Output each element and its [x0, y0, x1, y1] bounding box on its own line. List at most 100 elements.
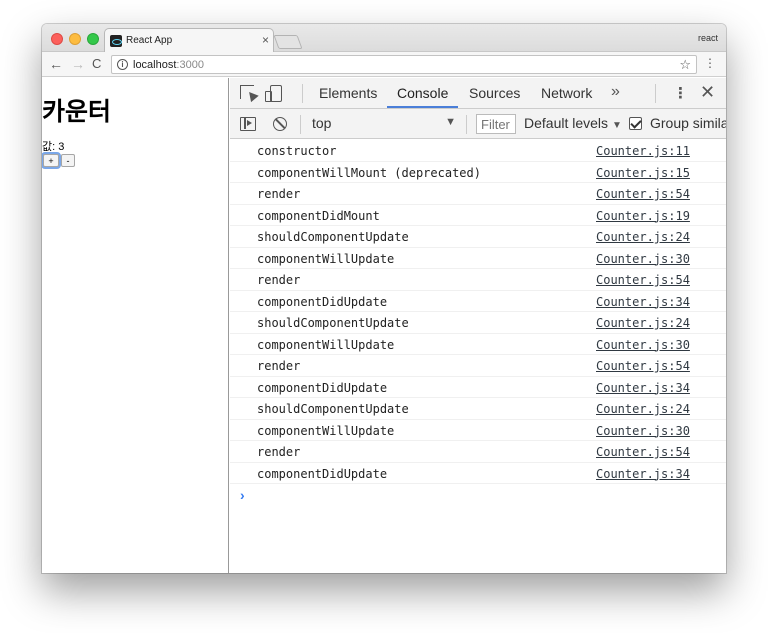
console-log-row: render Counter.js:54 [230, 355, 726, 377]
log-source-link[interactable]: Counter.js:19 [596, 209, 690, 223]
star-icon[interactable]: ☆ [679, 57, 691, 73]
log-message: render [257, 445, 301, 459]
log-message: componentWillUpdate [257, 423, 395, 438]
divider [302, 84, 303, 103]
log-message: shouldComponentUpdate [257, 316, 409, 330]
log-message: componentDidUpdate [257, 380, 388, 395]
divider [655, 84, 656, 103]
log-message: render [257, 273, 301, 287]
browser-window: React App × react ← → C i localhost:3000… [42, 24, 726, 573]
tab-title: React App [126, 35, 173, 46]
console-log-row: shouldComponentUpdate Counter.js:24 [230, 226, 726, 248]
log-source-link[interactable]: Counter.js:54 [596, 445, 690, 459]
log-source-link[interactable]: Counter.js:54 [596, 359, 690, 373]
window-maximize-button[interactable] [87, 33, 99, 45]
url-text[interactable]: localhost:3000 [133, 59, 204, 71]
tab-network[interactable]: Network [541, 85, 592, 101]
log-message: componentDidUpdate [257, 466, 388, 481]
address-bar[interactable]: i localhost:3000 ☆ [111, 55, 697, 74]
log-source-link[interactable]: Counter.js:34 [596, 381, 690, 395]
log-message: componentDidUpdate [257, 294, 388, 309]
console-log-row: render Counter.js:54 [230, 183, 726, 205]
log-levels-dropdown[interactable]: Default levels ▼ [524, 115, 622, 131]
counter-value: 값: 3 [42, 141, 65, 153]
console-log-row: shouldComponentUpdate Counter.js:24 [230, 312, 726, 334]
log-levels-label: Default levels [524, 115, 609, 131]
devtools-panel: Elements Console Sources Network » ⋮ ✕ t… [230, 78, 726, 573]
dropdown-arrow-icon: ▼ [611, 120, 622, 131]
decrement-button[interactable]: - [61, 154, 75, 167]
inspect-element-icon[interactable] [240, 85, 254, 99]
console-log-row: componentWillMount (deprecated) Counter.j… [230, 162, 726, 183]
page-viewport: 카운터 값: 3 + - [42, 78, 229, 573]
log-source-link[interactable]: Counter.js:54 [596, 273, 690, 287]
console-log-row: componentWillUpdate Counter.js:30 [230, 334, 726, 355]
console-prompt-icon[interactable]: › [240, 487, 245, 503]
log-message: componentDidMount [257, 208, 380, 223]
log-source-link[interactable]: Counter.js:24 [596, 316, 690, 330]
dropdown-arrow-icon: ▼ [445, 116, 456, 128]
profile-name[interactable]: react [698, 33, 718, 43]
log-source-link[interactable]: Counter.js:34 [596, 295, 690, 309]
page-title: 카운터 [42, 97, 112, 126]
tab-sources[interactable]: Sources [469, 85, 520, 101]
console-filter-bar: top ▼ Default levels ▼ Group simila [230, 109, 726, 139]
url-port: :3000 [176, 59, 204, 71]
log-message: render [257, 187, 301, 201]
log-source-link[interactable]: Counter.js:15 [596, 166, 690, 180]
new-tab-button[interactable] [273, 35, 303, 49]
device-toolbar-icon[interactable] [265, 85, 282, 102]
group-similar-checkbox[interactable] [629, 117, 642, 130]
console-log-row: shouldComponentUpdate Counter.js:24 [230, 398, 726, 420]
log-source-link[interactable]: Counter.js:54 [596, 187, 690, 201]
log-source-link[interactable]: Counter.js:30 [596, 338, 690, 352]
console-sidebar-toggle-icon[interactable] [240, 117, 256, 131]
console-log-row: componentWillUpdate Counter.js:30 [230, 248, 726, 269]
console-log-row: componentWillUpdate Counter.js:30 [230, 420, 726, 441]
info-icon[interactable]: i [117, 59, 128, 70]
log-message: componentWillUpdate [257, 337, 395, 352]
address-toolbar: ← → C i localhost:3000 ☆ ⋮ [42, 52, 726, 77]
log-source-link[interactable]: Counter.js:30 [596, 424, 690, 438]
log-message: render [257, 359, 301, 373]
browser-tab[interactable]: React App × [104, 28, 274, 53]
console-log-row: constructor Counter.js:11 [230, 140, 726, 162]
log-source-link[interactable]: Counter.js:24 [596, 230, 690, 244]
console-log-row: componentDidUpdate Counter.js:34 [230, 377, 726, 398]
window-close-button[interactable] [51, 33, 63, 45]
reload-icon[interactable]: C [92, 56, 101, 72]
log-source-link[interactable]: Counter.js:24 [596, 402, 690, 416]
console-log-row: componentDidUpdate Counter.js:34 [230, 463, 726, 484]
clear-console-icon[interactable] [273, 117, 287, 131]
log-message: componentWillUpdate [257, 251, 395, 266]
console-log-row: render Counter.js:54 [230, 269, 726, 291]
context-value: top [312, 115, 332, 131]
forward-arrow-icon[interactable]: → [71, 56, 85, 72]
active-tab-indicator [387, 106, 458, 108]
context-selector[interactable]: top ▼ [310, 114, 456, 134]
group-similar-label: Group simila [650, 115, 726, 131]
console-filter-input[interactable] [476, 114, 516, 134]
log-source-link[interactable]: Counter.js:30 [596, 252, 690, 266]
console-log-row: componentDidMount Counter.js:19 [230, 205, 726, 226]
tab-console[interactable]: Console [397, 85, 448, 101]
log-message: constructor [257, 144, 337, 158]
tab-close-icon[interactable]: × [262, 33, 269, 47]
window-minimize-button[interactable] [69, 33, 81, 45]
log-source-link[interactable]: Counter.js:11 [596, 144, 690, 158]
devtools-tab-bar: Elements Console Sources Network » ⋮ ✕ [230, 78, 726, 109]
console-log-row: componentDidUpdate Counter.js:34 [230, 291, 726, 312]
log-source-link[interactable]: Counter.js:34 [596, 467, 690, 481]
url-host: localhost [133, 59, 177, 71]
divider [466, 115, 467, 134]
menu-dots-icon[interactable]: ⋮ [704, 56, 716, 70]
devtools-menu-icon[interactable]: ⋮ [673, 84, 688, 102]
log-message: shouldComponentUpdate [257, 230, 409, 244]
devtools-close-icon[interactable]: ✕ [700, 82, 715, 103]
increment-button[interactable]: + [43, 154, 59, 167]
tab-elements[interactable]: Elements [319, 85, 377, 101]
more-tabs-icon[interactable]: » [611, 83, 620, 101]
back-arrow-icon[interactable]: ← [49, 56, 63, 72]
divider [300, 115, 301, 134]
console-output: constructor Counter.js:11 componentWillMou… [230, 140, 726, 573]
